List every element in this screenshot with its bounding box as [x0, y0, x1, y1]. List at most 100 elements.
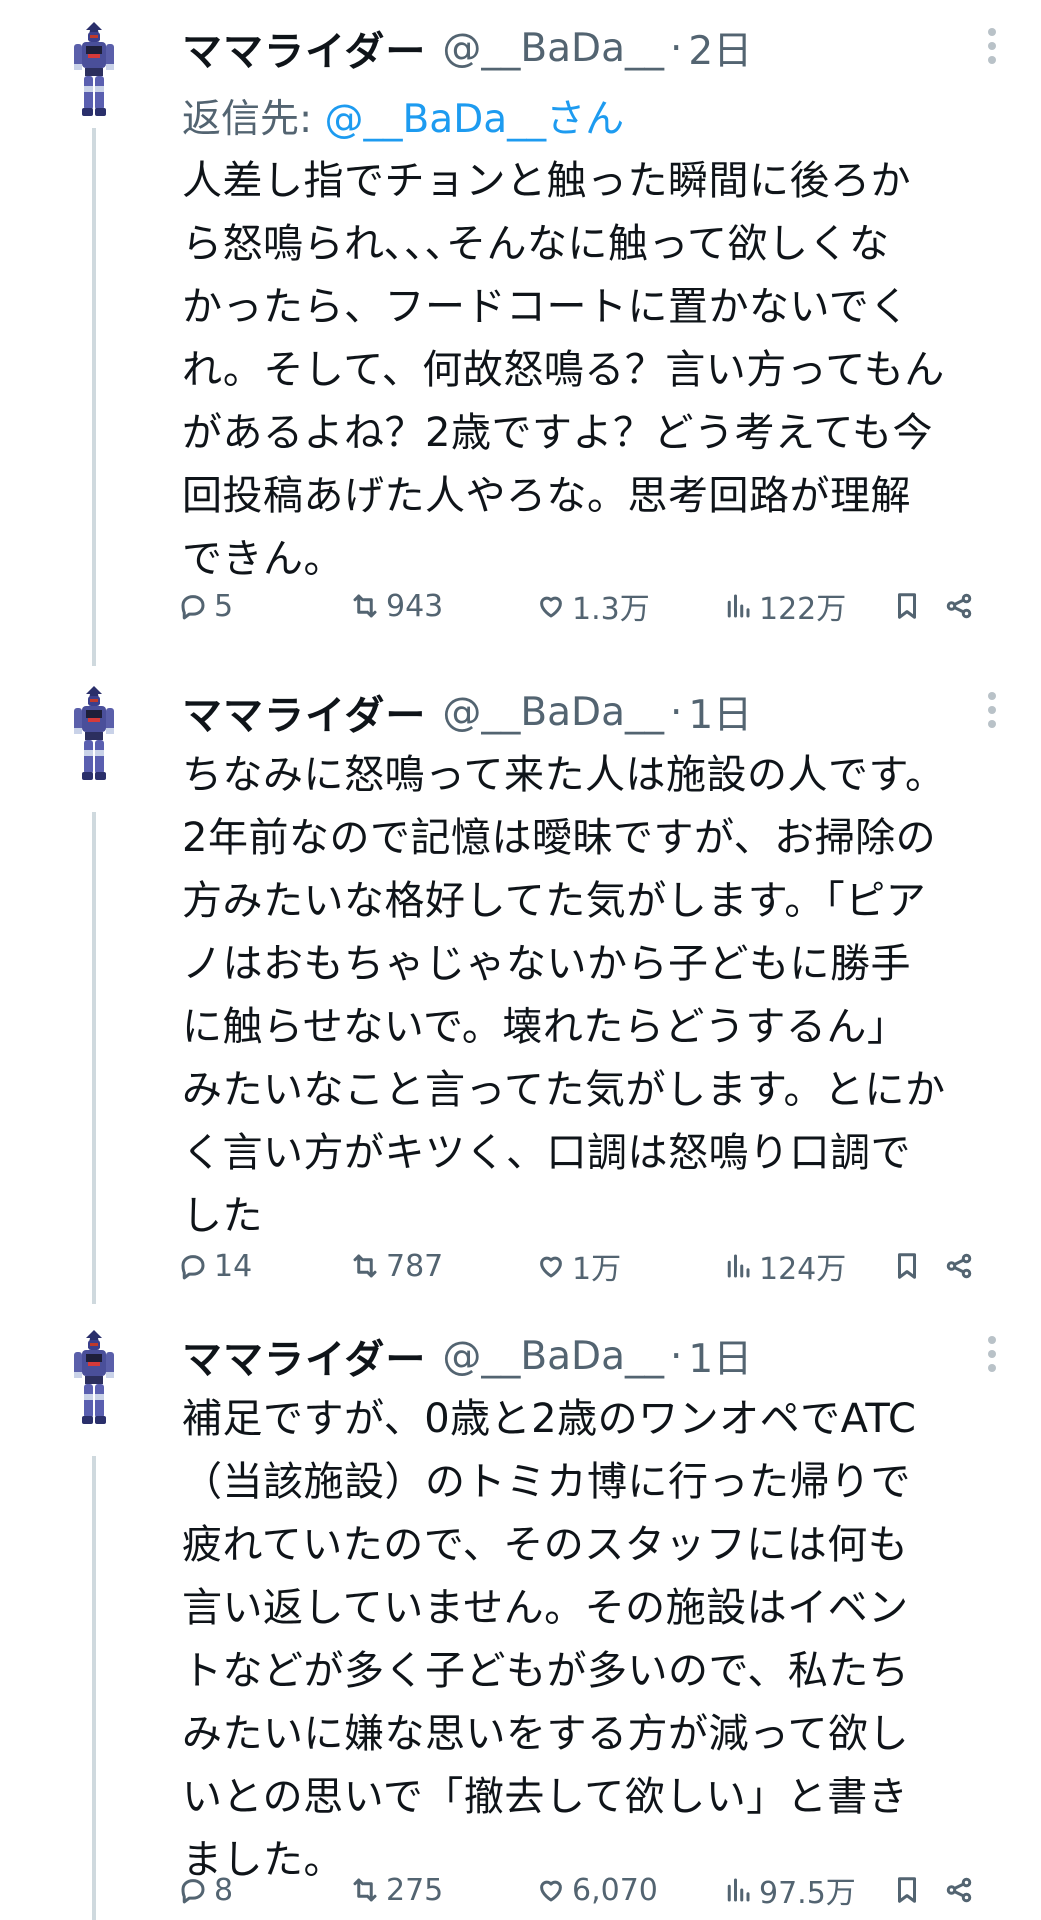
reply-to: 返信先: @__BaDa__さん — [182, 88, 624, 144]
tweet-header: ママライダー @__BaDa__ · 1日 — [182, 682, 752, 742]
tweet-text-line: ちなみに怒鳴って来た人は施設の人です。 — [182, 752, 946, 798]
display-name[interactable]: ママライダー — [182, 1327, 426, 1385]
tweet[interactable]: ママライダー @__BaDa__ · 1日 ちなみに怒鳴って来た人は施設の人です… — [0, 682, 1041, 1287]
repost-count: 275 — [386, 1872, 444, 1908]
user-handle[interactable]: @__BaDa__ — [442, 26, 664, 71]
reply-count: 5 — [214, 588, 234, 624]
user-handle[interactable]: @__BaDa__ — [442, 1334, 664, 1379]
tweet-text-line: に触らせないで。壊れたらどうするん」 — [182, 1004, 908, 1050]
views-count: 124万 — [759, 1252, 847, 1287]
heart-icon — [540, 596, 562, 618]
action-bar: 14 787 1万 124万 — [178, 1244, 998, 1288]
avatar[interactable] — [64, 1328, 124, 1428]
tweet[interactable]: ママライダー @__BaDa__ · 1日 補足ですが、0歳と2歳のワンオペでA… — [0, 1326, 1041, 1920]
heart-icon — [540, 1880, 562, 1902]
tweet-text-line: トなどが多く子どもが多いので、私たち — [182, 1648, 910, 1694]
tweet-text-line: ら怒鳴られ､､､そんなに触って欲しくな — [182, 221, 890, 267]
views-count: 122万 — [759, 592, 847, 627]
heart-icon — [540, 1256, 562, 1278]
repost-button[interactable]: 787 — [350, 1244, 443, 1288]
reply-button[interactable]: 8 — [178, 1868, 233, 1912]
timestamp[interactable]: 1日 — [688, 1328, 752, 1384]
separator-dot: · — [670, 25, 683, 71]
reply-icon — [181, 1255, 205, 1280]
reply-to-label: 返信先: — [182, 97, 313, 142]
reply-count: 14 — [214, 1248, 253, 1284]
more-icon[interactable] — [987, 692, 997, 736]
bookmark-button[interactable] — [892, 1244, 928, 1288]
avatar[interactable] — [64, 684, 124, 784]
tweet-header: ママライダー @__BaDa__ · 1日 — [182, 1326, 752, 1386]
views-button[interactable]: 122万 — [723, 584, 846, 628]
more-icon[interactable] — [987, 1336, 997, 1380]
share-icon — [946, 1253, 972, 1279]
repost-button[interactable]: 943 — [350, 584, 443, 628]
views-button[interactable]: 124万 — [723, 1244, 846, 1288]
tweet-text-line: いとの思いで「撤去して欲しい」と書き — [182, 1774, 909, 1820]
timestamp[interactable]: 2日 — [688, 20, 752, 76]
bookmark-button[interactable] — [892, 1868, 928, 1912]
views-icon — [727, 1878, 750, 1902]
like-count: 1万 — [572, 1252, 622, 1287]
like-button[interactable]: 6,070 — [536, 1868, 658, 1912]
tweet-text: ちなみに怒鳴って来た人は施設の人です。 2年前なので記憶は曖昧ですが、お掃除の … — [182, 744, 1002, 1248]
tweet-header: ママライダー @__BaDa__ · 2日 — [182, 18, 752, 78]
views-button[interactable]: 97.5万 — [723, 1868, 856, 1912]
share-button[interactable] — [944, 1868, 980, 1912]
bookmark-icon — [898, 593, 916, 619]
tweet-text: 人差し指でチョンと触った瞬間に後ろか ら怒鳴られ､､､そんなに触って欲しくな か… — [182, 150, 1002, 591]
like-count: 1.3万 — [572, 592, 650, 627]
tweet-text-line: 言い返していません。その施設はイベン — [182, 1585, 909, 1631]
tweet-text-line: 回投稿あげた人やろな。思考回路が理解 — [182, 473, 911, 519]
action-bar: 5 943 1.3万 122万 — [178, 584, 998, 628]
repost-button[interactable]: 275 — [350, 1868, 443, 1912]
bookmark-icon — [898, 1877, 916, 1903]
display-name[interactable]: ママライダー — [182, 19, 426, 77]
share-icon — [946, 1877, 972, 1903]
avatar[interactable] — [64, 20, 124, 120]
action-bar: 8 275 6,070 97.5万 — [178, 1868, 998, 1912]
share-icon — [946, 593, 972, 619]
bookmark-button[interactable] — [892, 584, 928, 628]
tweet-text-line: 方みたいな格好してた気がします。「ピア — [182, 878, 927, 924]
tweet-text: 補足ですが、0歳と2歳のワンオペでATC （当該施設）のトミカ博に行った帰りで … — [182, 1388, 1002, 1892]
tweet-text-line: （当該施設）のトミカ博に行った帰りで — [182, 1459, 911, 1505]
tweet-text-line: 疲れていたので、そのスタッフには何も — [182, 1522, 909, 1568]
separator-dot: · — [670, 1333, 683, 1379]
repost-count: 787 — [386, 1248, 444, 1284]
share-button[interactable] — [944, 584, 980, 628]
views-count: 97.5万 — [759, 1876, 856, 1911]
reply-to-mention[interactable]: @__BaDa__さん — [325, 97, 625, 142]
more-icon[interactable] — [987, 28, 997, 72]
tweet-text-line: みたいに嫌な思いをする方が減って欲し — [182, 1711, 909, 1757]
repost-count: 943 — [386, 588, 444, 624]
views-icon — [727, 594, 750, 618]
reply-button[interactable]: 14 — [178, 1244, 252, 1288]
tweet-text-line: みたいなこと言ってた気がします。とにか — [182, 1067, 946, 1113]
reply-icon — [181, 1879, 205, 1904]
like-button[interactable]: 1万 — [536, 1244, 621, 1288]
reply-button[interactable]: 5 — [178, 584, 233, 628]
reply-count: 8 — [214, 1872, 234, 1908]
tweet-text-line: 人差し指でチョンと触った瞬間に後ろか — [182, 158, 911, 204]
tweet-text-line: 2年前なので記憶は曖昧ですが、お掃除の — [182, 815, 937, 861]
repost-icon — [353, 594, 377, 618]
repost-icon — [353, 1254, 377, 1278]
tweet-text-line: した — [182, 1193, 263, 1239]
timestamp[interactable]: 1日 — [688, 684, 752, 740]
tweet-text-line: れ。そして、何故怒鳴る？言い方ってもん — [182, 347, 945, 393]
display-name[interactable]: ママライダー — [182, 683, 426, 741]
reply-icon — [181, 595, 205, 620]
user-handle[interactable]: @__BaDa__ — [442, 690, 664, 735]
tweet-text-line: かったら、フードコートに置かないでく — [182, 284, 910, 330]
tweet[interactable]: ママライダー @__BaDa__ · 2日 返信先: @__BaDa__さん 人… — [0, 18, 1041, 638]
share-button[interactable] — [944, 1244, 980, 1288]
tweet-text-line: があるよね？2歳ですよ？どう考えても今 — [182, 410, 933, 456]
like-button[interactable]: 1.3万 — [536, 584, 650, 628]
like-count: 6,070 — [572, 1872, 658, 1908]
tweet-text-line: く言い方がキツく、口調は怒鳴り口調で — [182, 1130, 911, 1176]
repost-icon — [353, 1878, 377, 1902]
tweet-text-line: できん。 — [182, 536, 344, 582]
separator-dot: · — [670, 689, 683, 735]
tweet-text-line: ノはおもちゃじゃないから子どもに勝手 — [182, 941, 911, 987]
